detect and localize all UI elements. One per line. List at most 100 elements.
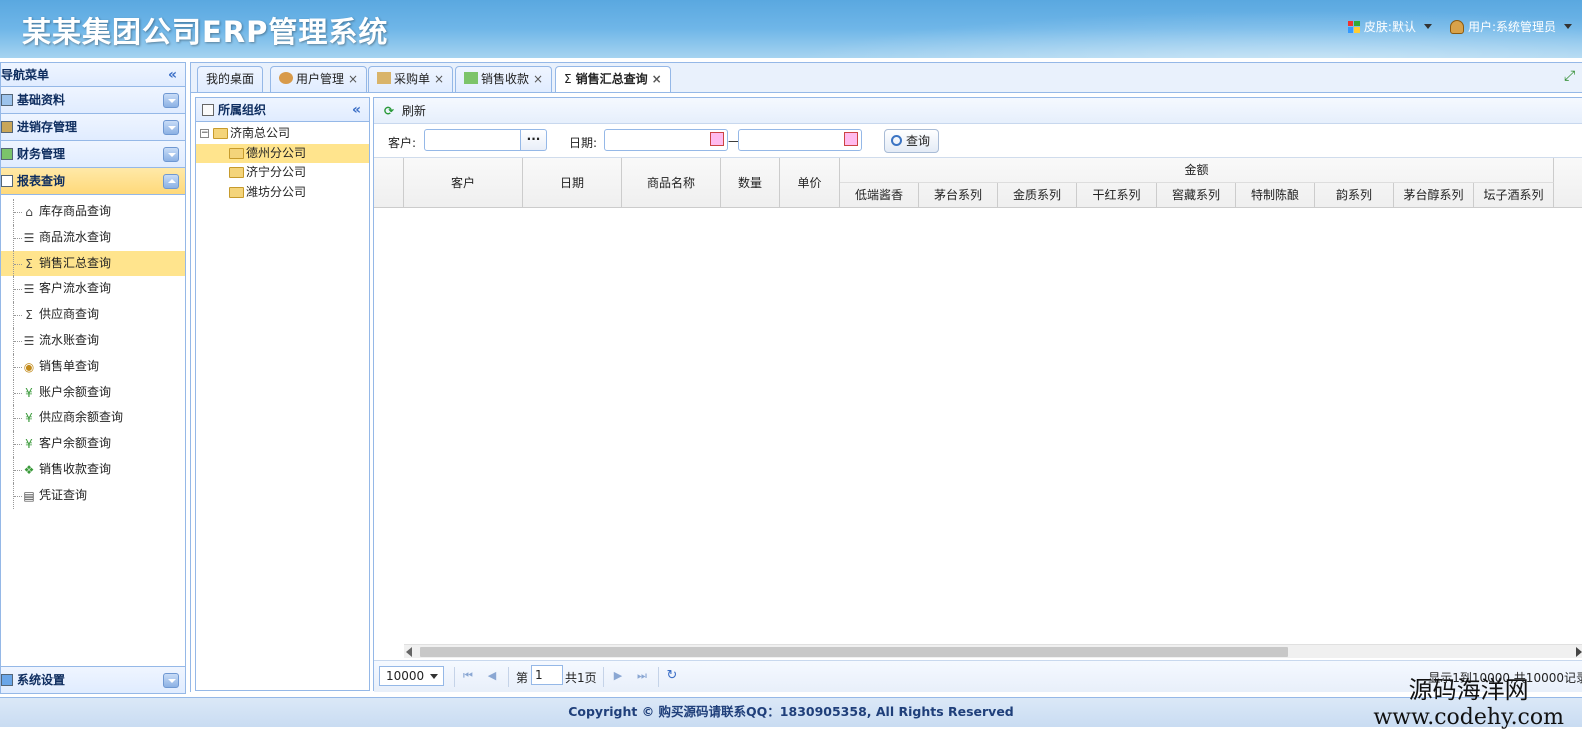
page-size-value: 10000 [386,669,425,683]
menu-item-label: 库存商品查询 [39,204,112,218]
org-tree: − 济南总公司 德州分公司 济宁分公司 潍坊分公司 [196,122,369,202]
collapse-icon[interactable]: « [352,98,361,122]
nav-section-inventory[interactable]: 进销存管理 [1,114,185,141]
menu-item-label: 商品流水查询 [39,229,112,244]
menu-item-customer-flow[interactable]: ☰ 客户流水查询 [1,276,185,303]
footer: Copyright © 购买源码请联系QQ：1830905358, All Ri… [0,697,1582,727]
last-page-icon[interactable]: ⏭ [636,669,648,683]
nav-section-reports[interactable]: 报表查询 [1,168,185,195]
money-icon: ❖ [23,462,35,477]
sub-column-header[interactable]: 茅台醇系列 [1394,183,1474,208]
close-icon[interactable]: × [434,72,444,86]
menu-item-customer-balance[interactable]: ¥ 客户余额查询 [1,431,185,457]
collapse-icon[interactable]: « [168,63,177,87]
calendar-icon[interactable] [844,132,858,146]
tab-user-management[interactable]: 用户管理 × [270,66,368,93]
column-header[interactable]: 客户 [404,158,523,208]
menu-item-stock-query[interactable]: ⌂ 库存商品查询 [1,199,185,225]
page-size-select[interactable]: 10000 [379,666,444,686]
toolbar: ⟳ 刷新 [374,98,1582,124]
menu-item-label: 供应商余额查询 [39,410,124,425]
row-number-header [374,158,404,208]
query-button[interactable]: 查询 [884,129,940,153]
expand-toggle-icon[interactable] [163,120,179,135]
sub-column-header[interactable]: 金质系列 [998,183,1077,208]
collapse-node-icon[interactable]: − [200,129,209,138]
expand-toggle-icon[interactable] [163,147,179,162]
tab-desktop[interactable]: 我的桌面 [197,66,264,93]
refresh-icon: ⟳ [384,104,395,118]
menu-item-account-balance[interactable]: ¥ 账户余额查询 [1,379,185,406]
menu-item-voucher-query[interactable]: ▤ 凭证查询 [1,482,185,509]
tab-label: 采购单 [394,72,431,86]
first-page-icon[interactable]: ⏮ [462,669,474,683]
tab-bar: 我的桌面 用户管理 × 采购单 × 销售收款 × Σ 销售汇总查询 × ⤢ [190,62,1582,94]
folder-open-icon [213,128,228,139]
column-header[interactable]: 数量 [721,158,780,208]
nav-section-basic[interactable]: 基础资料 [1,87,185,114]
fullscreen-icon[interactable]: ⤢ [1564,68,1580,84]
collapse-toggle-icon[interactable] [163,174,179,189]
query-label: 查询 [906,134,931,148]
customer-picker-button[interactable]: ··· [521,129,547,151]
tab-label: 用户管理 [296,72,345,86]
tree-node-jining[interactable]: 济宁分公司 [196,163,369,183]
refresh-button[interactable]: ⟳ 刷新 [384,104,426,118]
watermark: 源码海洋网 www.codehy.com [1373,676,1564,732]
scroll-thumb[interactable] [420,647,1288,657]
skin-menu[interactable]: 皮肤:默认 [1347,18,1432,35]
menu-item-sales-receipt[interactable]: ❖ 销售收款查询 [1,456,185,483]
sub-column-header[interactable]: 低端酱香 [840,183,919,208]
expand-toggle-icon[interactable] [163,93,179,108]
app-title: 某某集团公司ERP管理系统 [22,15,389,49]
column-header[interactable]: 商品名称 [622,158,721,208]
column-header[interactable]: 日期 [523,158,622,208]
close-icon[interactable]: × [652,72,662,86]
page-number-input[interactable]: 1 [531,665,563,685]
horizontal-scrollbar[interactable] [404,644,1582,658]
menu-item-supplier-balance[interactable]: ¥ 供应商余额查询 [1,405,185,432]
nav-section-finance[interactable]: 财务管理 [1,141,185,168]
user-menu[interactable]: 用户:系统管理员 [1449,18,1572,35]
column-header[interactable]: 单价 [780,158,840,208]
header-actions: 皮肤:默认 用户:系统管理员 [1347,18,1572,35]
nav-section-settings[interactable]: 系统设置 [1,666,185,693]
menu-item-goods-flow[interactable]: ☰ 商品流水查询 [1,224,185,251]
yen-icon: ¥ [25,437,33,452]
prev-page-icon[interactable]: ◀ [486,669,498,683]
menu-item-sales-order-query[interactable]: ◉ 销售单查询 [1,353,185,380]
menu-item-supplier-query[interactable]: Σ 供应商查询 [1,302,185,328]
sub-column-header[interactable]: 窖藏系列 [1157,183,1236,208]
tab-sales-receipt[interactable]: 销售收款 × [455,66,553,93]
next-page-icon[interactable]: ▶ [612,669,624,683]
watermark-line2: www.codehy.com [1373,705,1564,730]
menu-item-sales-summary[interactable]: Σ 销售汇总查询 [1,250,185,277]
palette-icon [1347,20,1360,33]
sub-column-header[interactable]: 韵系列 [1315,183,1394,208]
tree-node-label: 济宁分公司 [246,165,307,179]
expand-toggle-icon[interactable] [163,673,179,688]
menu-item-label: 客户余额查询 [39,436,112,451]
menu-item-label: 销售汇总查询 [39,255,112,270]
sub-column-header[interactable]: 茅台系列 [919,183,998,208]
scroll-left-icon[interactable] [406,647,412,657]
customer-input[interactable] [424,129,521,151]
tree-node-weifang[interactable]: 潍坊分公司 [196,183,369,203]
sub-column-header[interactable]: 特制陈酿 [1236,183,1315,208]
tab-sales-summary[interactable]: Σ 销售汇总查询 × [555,66,671,94]
tree-node-dezhou[interactable]: 德州分公司 [196,143,369,163]
menu-item-journal-query[interactable]: ☰ 流水账查询 [1,327,185,354]
tree-node-root[interactable]: − 济南总公司 [196,124,369,144]
sub-column-header[interactable]: 干红系列 [1077,183,1157,208]
scroll-right-icon[interactable] [1576,647,1582,657]
grid-header: 客户 日期 商品名称 数量 单价 金额 低端酱香 茅台系列 金质系列 干红系列 … [374,158,1582,208]
reload-icon[interactable]: ↻ [666,669,678,683]
tab-purchase-order[interactable]: 采购单 × [368,66,454,93]
calendar-icon[interactable] [710,132,724,146]
inventory-icon [1,121,13,133]
nav-header: 导航菜单 « [1,63,185,87]
close-icon[interactable]: × [348,72,358,86]
report-icon [1,175,13,187]
sub-column-header[interactable]: 坛子酒系列 [1474,183,1554,208]
close-icon[interactable]: × [533,72,543,86]
